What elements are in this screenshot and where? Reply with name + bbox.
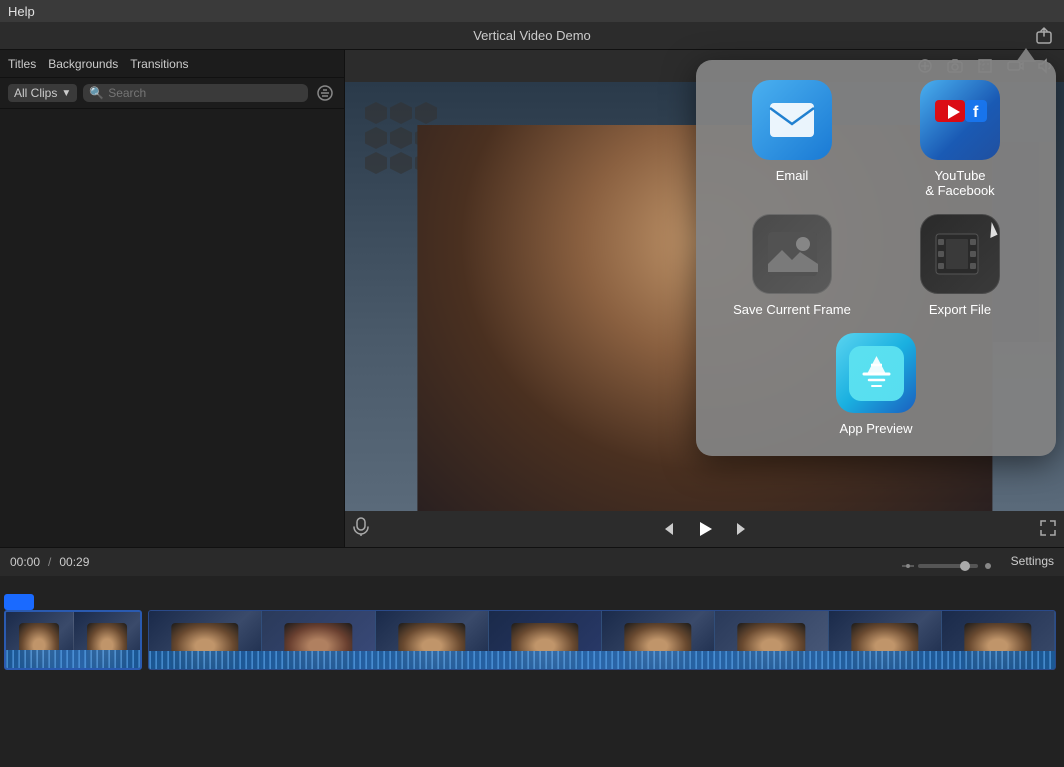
menu-help[interactable]: Help [8,4,35,19]
share-button[interactable] [1034,26,1054,46]
sidebar: Titles Backgrounds Transitions All Clips… [0,50,345,547]
export-file-icon [920,214,1000,294]
share-popover: Email f YouTube& Facebook [696,60,1056,456]
menu-bar: Help [0,0,1064,22]
tab-backgrounds[interactable]: Backgrounds [48,57,118,71]
search-icon: 🔍 [89,86,104,100]
fullscreen-button[interactable] [1040,520,1056,539]
share-export-button[interactable]: Export File [884,214,1036,317]
playhead-marker[interactable] [4,594,34,610]
waveform [6,650,140,668]
play-button[interactable] [691,515,719,543]
clips-selector[interactable]: All Clips ▼ [8,84,77,102]
tab-transitions[interactable]: Transitions [130,57,188,71]
current-timecode: 00:00 [10,555,40,569]
skip-forward-button[interactable] [735,521,751,537]
main-clip-strip[interactable] [148,610,1056,670]
zoom-control[interactable] [902,560,994,572]
share-youtube-button[interactable]: f YouTube& Facebook [884,80,1036,198]
email-label: Email [776,168,809,183]
share-app-preview-button[interactable]: App Preview [836,333,916,436]
sidebar-content [0,109,344,547]
export-file-label: Export File [929,302,991,317]
app-preview-label: App Preview [840,421,913,436]
sidebar-tabs: Titles Backgrounds Transitions [0,50,344,78]
email-icon [752,80,832,160]
save-frame-icon [752,214,832,294]
skip-back-button[interactable] [659,521,675,537]
clips-selector-label: All Clips [14,86,57,100]
timecode-separator: / [48,555,51,569]
title-bar: Vertical Video Demo [0,22,1064,50]
share-email-button[interactable]: Email [716,80,868,198]
main-waveform [149,651,1055,669]
app-preview-icon [836,333,916,413]
mic-button[interactable] [353,517,369,542]
save-frame-label: Save Current Frame [733,302,851,317]
preview-controls [345,511,1064,547]
tab-titles[interactable]: Titles [8,57,36,71]
timeline-area: 00:00 / 00:29 Settings [0,547,1064,767]
project-title: Vertical Video Demo [473,28,591,43]
share-save-frame-button[interactable]: Save Current Frame [716,214,868,317]
svg-text:f: f [973,104,979,121]
search-box[interactable]: 🔍 [83,84,308,102]
timeline-controls: 00:00 / 00:29 Settings [0,548,1064,576]
clips-area [0,584,1064,704]
clip-selected[interactable] [4,610,142,670]
youtube-facebook-icon: f [920,80,1000,160]
chevron-down-icon: ▼ [61,88,71,99]
filter-icon[interactable] [314,82,336,104]
settings-button[interactable]: Settings [1011,554,1054,568]
sidebar-toolbar: All Clips ▼ 🔍 [0,78,344,109]
youtube-facebook-label: YouTube& Facebook [925,168,994,198]
total-timecode: 00:29 [59,555,89,569]
search-input[interactable] [108,86,302,100]
zoom-track[interactable] [918,564,978,568]
zoom-thumb[interactable] [960,561,970,571]
